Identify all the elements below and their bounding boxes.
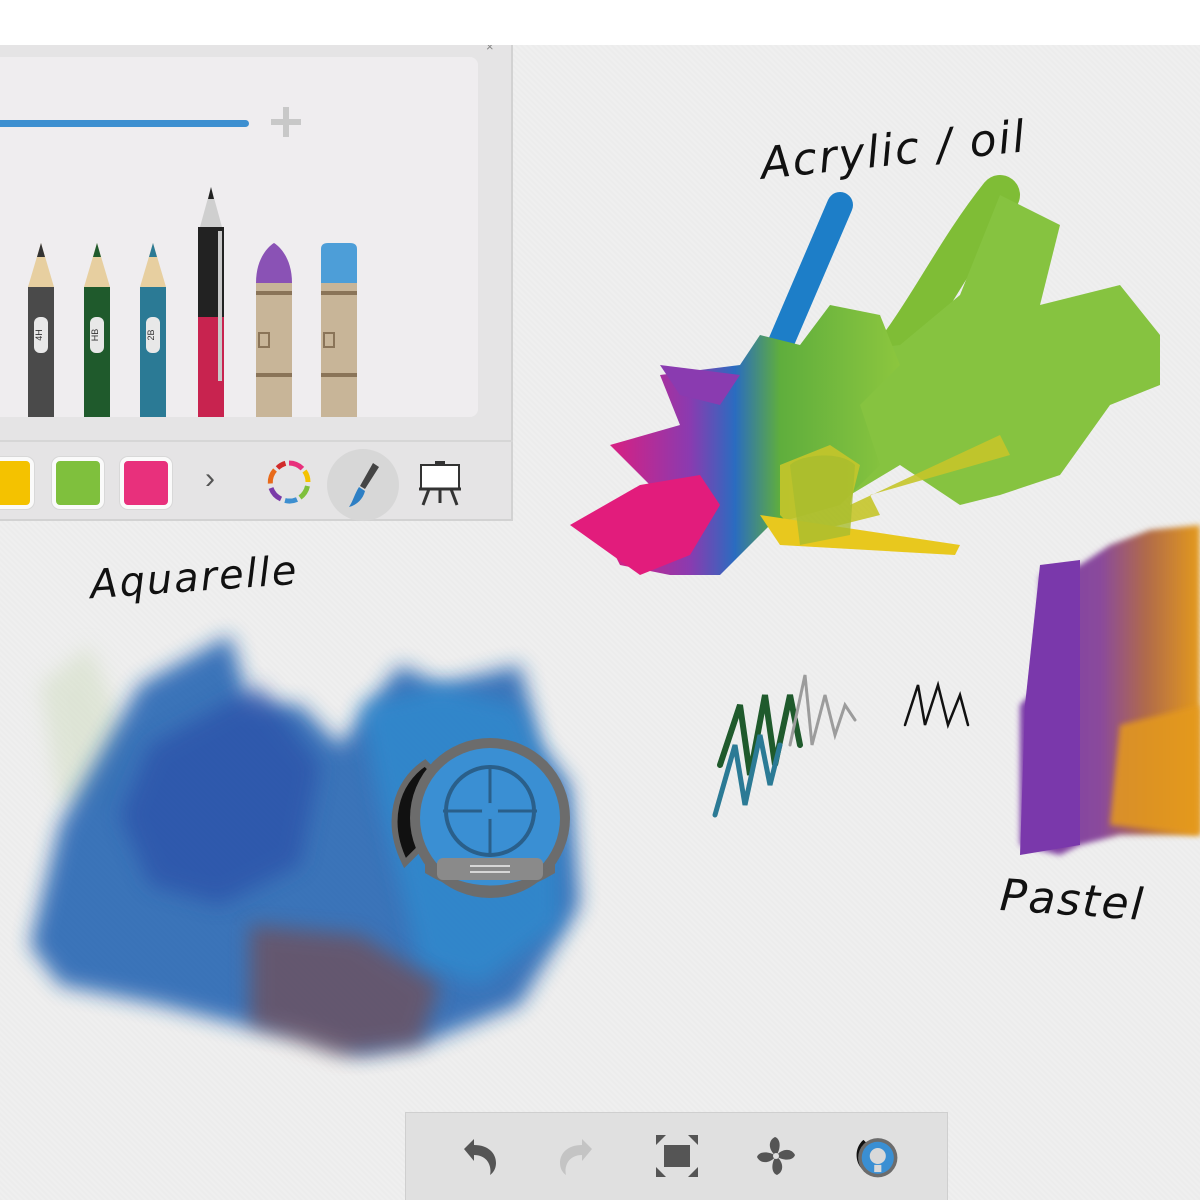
fit-screen-icon (656, 1135, 698, 1177)
plus-icon[interactable] (268, 104, 304, 140)
undo-icon (464, 1139, 496, 1175)
brush-tray: 4H HB 2B (0, 57, 478, 417)
fit-screen-button[interactable] (652, 1131, 702, 1181)
ballpoint-pen-icon[interactable] (194, 187, 228, 417)
color-swatch-row: › (0, 440, 513, 522)
swatch-green[interactable] (52, 457, 104, 509)
bottom-toolbar (405, 1112, 948, 1200)
ruler-widget[interactable] (385, 733, 580, 903)
pastel-label: Pastel (998, 870, 1147, 931)
color-wheel-icon[interactable] (266, 459, 312, 505)
tool-panel: 4H HB 2B × › (0, 45, 513, 521)
pencil-2b-grade: 2B (146, 329, 156, 340)
pencil-4h-grade: 4H (34, 329, 44, 341)
crayon-purple-tool[interactable] (253, 243, 295, 417)
chevron-right-icon[interactable]: › (205, 462, 215, 496)
swatch-pink[interactable] (120, 457, 172, 509)
brush-icon (349, 463, 379, 507)
drawing-canvas[interactable]: Acrylic / oil Aquarelle Pastel 4H HB 2B … (0, 45, 1200, 1200)
pencil-hb-grade: HB (90, 329, 100, 342)
redo-icon (560, 1139, 592, 1175)
close-icon[interactable]: × (486, 45, 494, 54)
ruler-button[interactable] (851, 1131, 901, 1181)
pencil-2b-tool[interactable]: 2B (136, 243, 170, 417)
fan-icon (757, 1137, 795, 1175)
stroke-width-slider[interactable] (0, 120, 249, 127)
pencil-scribbles (712, 674, 970, 818)
fan-button[interactable] (751, 1131, 801, 1181)
pencil-hb-tool[interactable]: HB (80, 243, 114, 417)
redo-button[interactable] (552, 1131, 602, 1181)
pencil-4h-tool[interactable]: 4H (24, 243, 58, 417)
brush-button[interactable] (327, 449, 399, 521)
ruler-icon (856, 1138, 898, 1178)
pastel-strokes (1020, 525, 1200, 855)
undo-button[interactable] (454, 1131, 504, 1181)
easel-icon[interactable] (415, 457, 465, 507)
acrylic-strokes (570, 175, 1160, 575)
swatch-yellow[interactable] (0, 457, 34, 509)
crayon-blue-tool[interactable] (318, 243, 360, 417)
